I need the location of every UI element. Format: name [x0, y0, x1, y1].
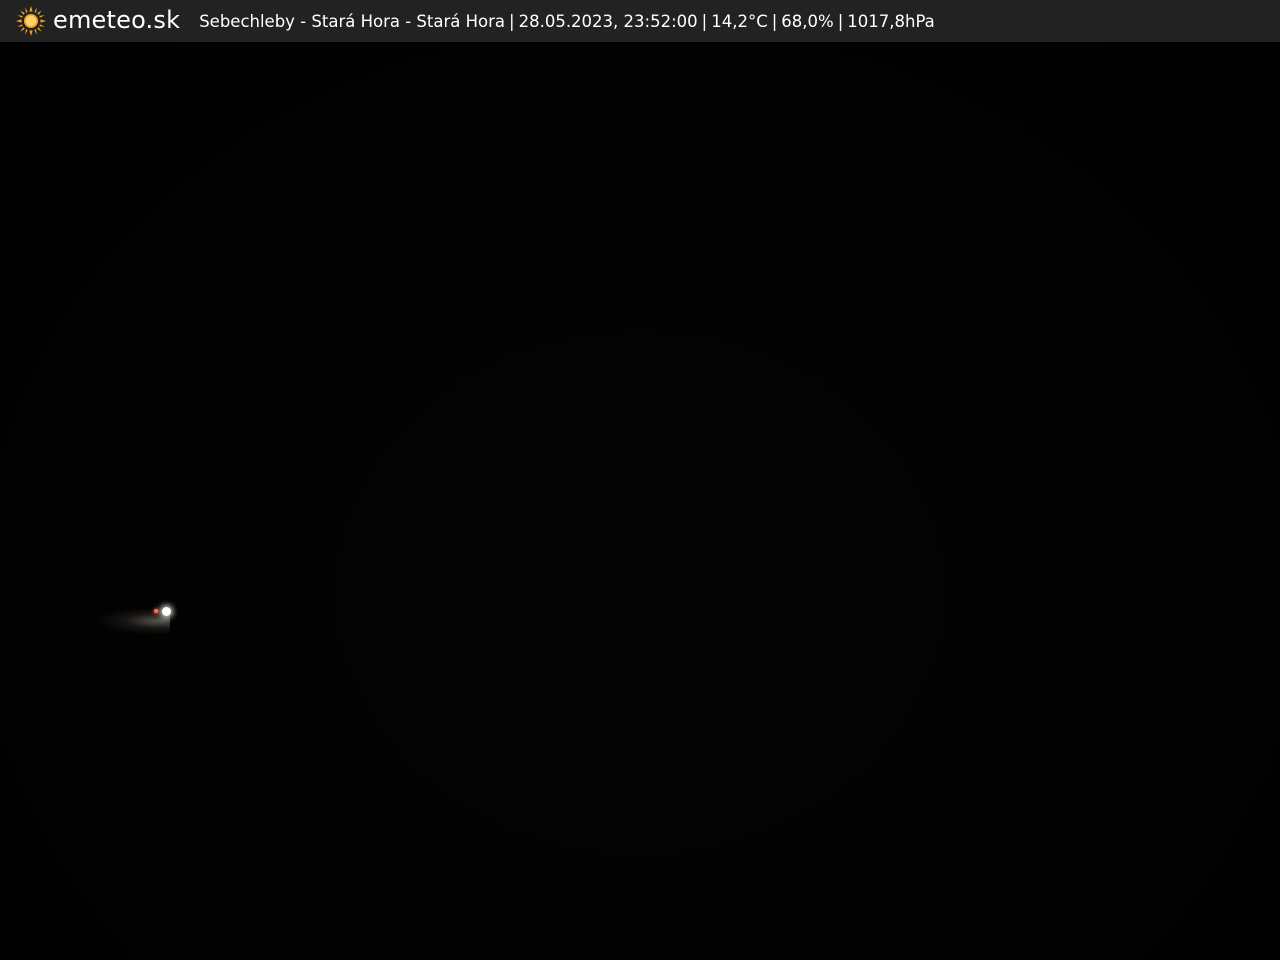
distant-red-light	[154, 609, 158, 613]
humidity-value: 68,0%	[781, 11, 834, 31]
logo-text: emeteo.sk	[53, 6, 181, 34]
separator: |	[509, 11, 515, 31]
distant-light-glow	[100, 610, 170, 634]
emeteo-logo[interactable]: emeteo.sk	[15, 5, 180, 37]
location-name: Sebechleby - Stará Hora - Stará Hora	[199, 11, 506, 31]
sun-icon	[16, 6, 46, 36]
timestamp: 28.05.2023, 23:52:00	[518, 11, 698, 31]
temperature-value: 14,2°C	[711, 11, 768, 31]
separator: |	[771, 11, 778, 31]
webcam-info-bar: emeteo.sk Sebechleby - Stará Hora - Star…	[0, 0, 1280, 42]
separator: |	[701, 11, 708, 31]
separator: |	[837, 11, 844, 31]
pressure-value: 1017,8hPa	[847, 11, 935, 31]
night-webcam-image	[0, 42, 1280, 960]
distant-white-light	[162, 607, 171, 616]
webcam-caption: Sebechleby - Stará Hora - Stará Hora | 2…	[199, 12, 935, 31]
